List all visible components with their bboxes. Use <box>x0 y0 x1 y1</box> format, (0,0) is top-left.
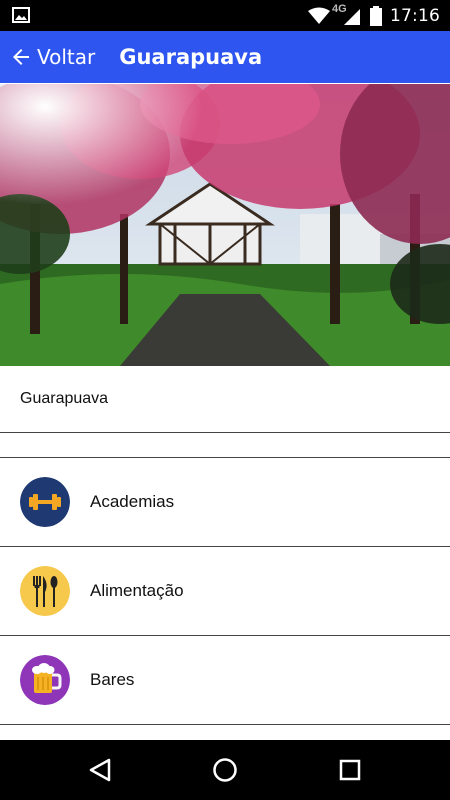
list-item-alimentacao[interactable]: Alimentação <box>0 547 450 636</box>
city-name-row: Guarapuava <box>0 366 450 433</box>
back-button[interactable]: Voltar <box>9 45 95 69</box>
image-notification-icon <box>12 7 30 23</box>
fork-knife-spoon-icon <box>20 566 70 616</box>
clock: 17:16 <box>390 5 440 26</box>
list-item-label: Alimentação <box>90 581 184 600</box>
nav-recents-button[interactable] <box>310 740 390 800</box>
dumbbell-icon <box>20 477 70 527</box>
battery-icon <box>370 5 382 26</box>
list-item-label: Academias <box>90 492 175 511</box>
app-bar: Voltar Guarapuava <box>0 31 450 83</box>
nav-home-button[interactable] <box>185 740 265 800</box>
beer-mug-icon <box>20 655 70 705</box>
page-title: Guarapuava <box>119 45 263 69</box>
wifi-icon <box>308 7 330 24</box>
section-divider <box>0 433 450 458</box>
arrow-left-icon <box>13 49 29 65</box>
city-hero-image <box>0 84 450 366</box>
list-item-bares[interactable]: Bares <box>0 636 450 725</box>
list-item-label: Bares <box>90 670 135 689</box>
square-recents-icon <box>339 759 361 781</box>
triangle-back-icon <box>89 758 111 782</box>
circle-home-icon <box>213 758 237 782</box>
category-list: Academias Alimentação Bares <box>0 458 450 725</box>
nav-back-button[interactable] <box>60 740 140 800</box>
back-label: Voltar <box>37 45 96 69</box>
city-name: Guarapuava <box>20 390 109 407</box>
status-bar: 4G 17:16 <box>0 0 450 31</box>
cell-signal-icon: 4G <box>332 3 362 26</box>
park-photo <box>0 84 450 366</box>
system-nav-bar <box>0 740 450 800</box>
list-item-academias[interactable]: Academias <box>0 458 450 547</box>
